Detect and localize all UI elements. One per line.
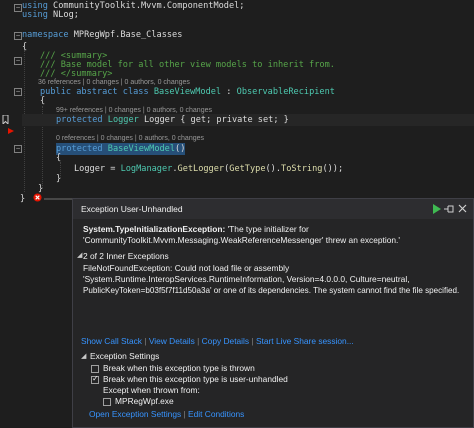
exception-text: 'The type initializer for [225, 224, 309, 234]
keyword: namespace [22, 30, 69, 40]
brace-line[interactable]: { [40, 95, 45, 107]
namespace-line[interactable]: namespace MPRegWpf.Base_Classes [22, 29, 182, 41]
collapse-triangle-icon[interactable]: ◢ [77, 251, 82, 259]
error-icon[interactable] [33, 193, 42, 202]
show-call-stack-link[interactable]: Show Call Stack [81, 336, 142, 346]
method-ref: GetLogger [177, 164, 225, 174]
namespace-name: MPRegWpf.Base_Classes [68, 30, 183, 40]
editor-gutter[interactable] [0, 0, 12, 428]
class-declaration[interactable]: public abstract class BaseViewModel : Ob… [40, 86, 335, 98]
open-exception-settings-link[interactable]: Open Exception Settings [89, 409, 181, 419]
break-thrown-label[interactable]: Break when this exception type is thrown [103, 363, 255, 374]
close-icon[interactable] [458, 204, 467, 213]
edit-conditions-link[interactable]: Edit Conditions [188, 409, 244, 419]
type-name: Logger [107, 115, 139, 125]
parens: () [175, 144, 186, 154]
fold-minus-icon[interactable]: − [14, 4, 22, 12]
popup-connector [44, 198, 74, 200]
keyword: protected [56, 115, 103, 125]
collapse-triangle-icon[interactable]: ◢ [81, 352, 86, 360]
exception-type: System.TypeInitializationException: [83, 224, 226, 234]
separator: | [197, 336, 200, 346]
inner-exception-text: PublicKeyToken=b03f5f7f11d50a3a' or one … [83, 286, 460, 295]
keyword: using [22, 10, 48, 20]
exception-helper-popup[interactable]: Exception User-Unhandled System.TypeInit… [72, 198, 474, 428]
class-name: BaseViewModel [153, 87, 222, 97]
continue-icon[interactable] [432, 204, 441, 214]
exception-message: System.TypeInitializationException: 'The… [83, 224, 309, 235]
brace-line[interactable]: } [20, 193, 25, 205]
module-label[interactable]: MPRegWpf.exe [115, 396, 174, 407]
brace: } [20, 194, 26, 204]
inner-exceptions-header[interactable]: 2 of 2 Inner Exceptions [83, 251, 169, 262]
property-body: Logger { get; private set; } [138, 115, 289, 125]
exception-message-line2: 'CommunityToolkit.Mvvm.Messaging.WeakRef… [83, 235, 400, 245]
pin-icon[interactable] [444, 204, 454, 214]
method-ref: ToString [281, 164, 323, 174]
module-checkbox[interactable] [103, 398, 111, 406]
action-links: Show Call Stack | View Details | Copy De… [81, 336, 354, 347]
brace: } [56, 174, 62, 184]
brace-line[interactable]: } [56, 173, 61, 185]
live-share-link[interactable]: Start Live Share session... [256, 336, 354, 346]
fold-minus-icon[interactable]: − [14, 32, 22, 40]
constructor-name: BaseViewModel [107, 144, 176, 154]
separator: | [251, 336, 254, 346]
fold-minus-icon[interactable]: − [14, 145, 22, 153]
assignment: Logger = [74, 164, 121, 174]
inner-exception-text: 'System.Runtime.InteropServices.RuntimeI… [83, 274, 410, 284]
separator: | [144, 336, 147, 346]
except-when-label: Except when thrown from: [103, 385, 200, 395]
inner-exception-text: FileNotFoundException: Could not load fi… [83, 263, 290, 273]
view-details-link[interactable]: View Details [149, 336, 195, 346]
keyword: public abstract class [40, 87, 149, 97]
exception-settings-header[interactable]: Exception Settings [90, 351, 159, 362]
using-line[interactable]: using NLog; [22, 9, 79, 21]
brace: { [22, 42, 28, 52]
separator: | [183, 409, 186, 419]
break-unhandled-label[interactable]: Break when this exception type is user-u… [103, 374, 288, 385]
paren: ()); [322, 164, 344, 174]
property-declaration[interactable]: protected Logger Logger { get; private s… [56, 114, 289, 126]
fold-minus-icon[interactable]: − [14, 57, 22, 65]
paren: (). [265, 164, 282, 174]
copy-details-link[interactable]: Copy Details [202, 336, 249, 346]
footer-links: Open Exception Settings | Edit Condition… [89, 409, 244, 420]
method-ref: GetType [229, 164, 266, 174]
breakpoint-arrow-icon[interactable] [8, 128, 14, 134]
keyword: protected [56, 144, 103, 154]
namespace-ref: NLog; [47, 10, 79, 20]
constructor-declaration[interactable]: protected BaseViewModel() [56, 143, 186, 155]
brace-line[interactable]: { [56, 152, 61, 164]
popup-header: Exception User-Unhandled [73, 199, 473, 219]
base-class-name: ObservableRecipient [236, 87, 335, 97]
fold-minus-icon[interactable]: − [14, 88, 22, 96]
brace: { [56, 153, 62, 163]
bookmark-icon[interactable] [2, 115, 9, 124]
popup-title: Exception User-Unhandled [81, 204, 183, 214]
statement-line[interactable]: Logger = LogManager.GetLogger(GetType().… [74, 163, 343, 175]
class-ref: LogManager [120, 164, 173, 174]
break-unhandled-checkbox[interactable] [91, 374, 99, 384]
brace: { [40, 96, 46, 106]
brace-line[interactable]: { [22, 41, 27, 53]
break-thrown-checkbox[interactable] [91, 365, 99, 373]
colon: : [221, 87, 237, 97]
